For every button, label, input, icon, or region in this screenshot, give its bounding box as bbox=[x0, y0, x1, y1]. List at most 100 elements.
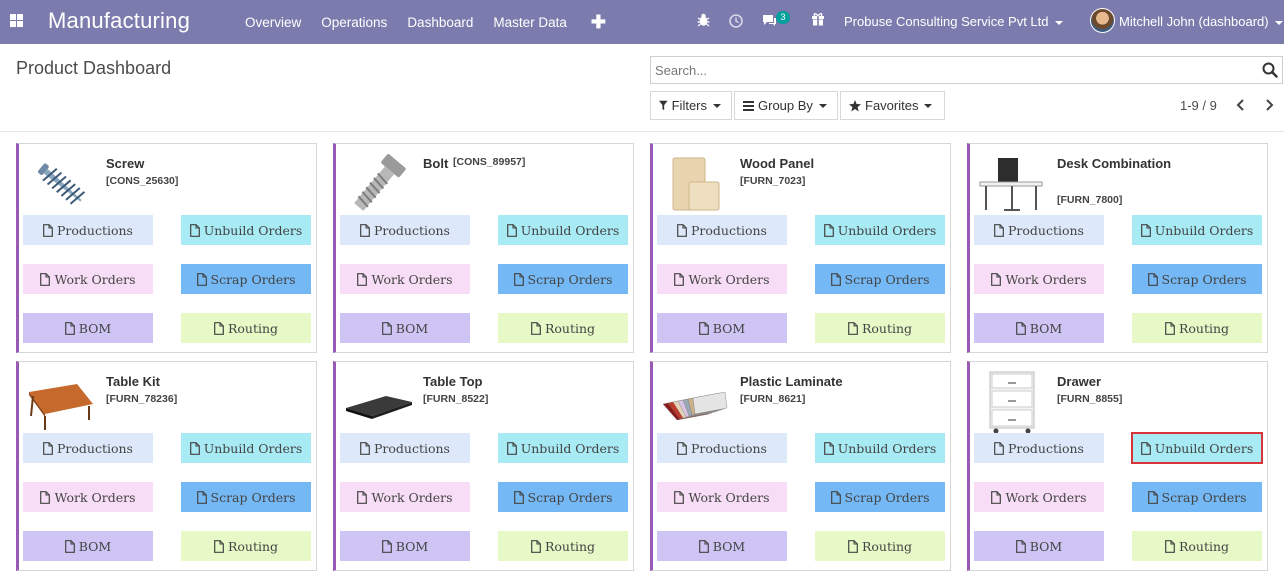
file-icon bbox=[360, 223, 370, 237]
search-input[interactable] bbox=[651, 57, 1282, 83]
apps-icon[interactable] bbox=[10, 14, 23, 27]
scrap-label: Scrap Orders bbox=[844, 489, 930, 505]
file-icon bbox=[381, 321, 392, 335]
company-switcher[interactable]: Probuse Consulting Service Pvt Ltd bbox=[844, 14, 1063, 29]
bom-button[interactable]: BOM bbox=[23, 531, 153, 561]
unbuild-button[interactable]: Unbuild Orders bbox=[498, 215, 628, 245]
unbuild-label: Unbuild Orders bbox=[837, 222, 937, 238]
menu-dashboard[interactable]: Dashboard bbox=[397, 15, 483, 30]
routing-button[interactable]: Routing bbox=[181, 313, 311, 343]
file-icon bbox=[196, 272, 207, 286]
work-button[interactable]: Work Orders bbox=[340, 264, 470, 294]
routing-label: Routing bbox=[544, 538, 596, 554]
productions-button[interactable]: Productions bbox=[974, 215, 1104, 245]
file-icon bbox=[991, 272, 1002, 286]
avatar[interactable] bbox=[1090, 8, 1115, 33]
chat-icon[interactable] bbox=[762, 14, 777, 27]
add-icon[interactable]: ✚ bbox=[577, 12, 620, 33]
screw-image bbox=[25, 152, 97, 216]
menu-operations[interactable]: Operations bbox=[311, 15, 397, 30]
routing-button[interactable]: Routing bbox=[815, 531, 945, 561]
messages-count-badge: 3 bbox=[776, 11, 790, 24]
bom-button[interactable]: BOM bbox=[657, 313, 787, 343]
work-button[interactable]: Work Orders bbox=[23, 482, 153, 512]
bom-label: BOM bbox=[395, 538, 429, 554]
scrap-label: Scrap Orders bbox=[210, 271, 296, 287]
routing-button[interactable]: Routing bbox=[498, 531, 628, 561]
unbuild-button[interactable]: Unbuild Orders bbox=[815, 215, 945, 245]
unbuild-button[interactable]: Unbuild Orders bbox=[1131, 432, 1263, 464]
routing-button[interactable]: Routing bbox=[1132, 313, 1262, 343]
bom-button[interactable]: BOM bbox=[340, 313, 470, 343]
scrap-button[interactable]: Scrap Orders bbox=[1132, 482, 1262, 512]
bug-icon[interactable] bbox=[697, 13, 710, 27]
unbuild-button[interactable]: Unbuild Orders bbox=[181, 433, 311, 463]
filters-button[interactable]: Filters bbox=[650, 91, 732, 120]
gift-icon[interactable] bbox=[811, 12, 825, 26]
routing-button[interactable]: Routing bbox=[498, 313, 628, 343]
file-icon bbox=[698, 539, 709, 553]
productions-button[interactable]: Productions bbox=[974, 433, 1104, 463]
filters-label: Filters bbox=[671, 98, 707, 113]
product-card[interactable]: Drawer [FURN_8855] Productions Unbuild Or… bbox=[967, 361, 1268, 571]
scrap-button[interactable]: Scrap Orders bbox=[181, 264, 311, 294]
bom-button[interactable]: BOM bbox=[340, 531, 470, 561]
bom-button[interactable]: BOM bbox=[974, 313, 1104, 343]
scrap-button[interactable]: Scrap Orders bbox=[181, 482, 311, 512]
product-card[interactable]: Bolt [CONS_89957] Productions Unbuild Ord… bbox=[333, 143, 634, 353]
list-icon bbox=[743, 100, 754, 111]
scrap-button[interactable]: Scrap Orders bbox=[498, 264, 628, 294]
product-card[interactable]: Table Kit [FURN_78236] Productions Unbuil… bbox=[16, 361, 317, 571]
work-button[interactable]: Work Orders bbox=[340, 482, 470, 512]
work-button[interactable]: Work Orders bbox=[657, 482, 787, 512]
file-icon bbox=[674, 490, 685, 504]
pager-value[interactable]: 1-9 / 9 bbox=[1180, 98, 1217, 113]
bom-button[interactable]: BOM bbox=[657, 531, 787, 561]
clock-icon[interactable] bbox=[729, 14, 743, 28]
scrap-button[interactable]: Scrap Orders bbox=[498, 482, 628, 512]
unbuild-button[interactable]: Unbuild Orders bbox=[815, 433, 945, 463]
pager-next-icon[interactable] bbox=[1262, 97, 1276, 113]
routing-label: Routing bbox=[1178, 538, 1230, 554]
productions-button[interactable]: Productions bbox=[657, 433, 787, 463]
productions-button[interactable]: Productions bbox=[23, 215, 153, 245]
app-brand[interactable]: Manufacturing bbox=[48, 8, 190, 34]
scrap-button[interactable]: Scrap Orders bbox=[815, 264, 945, 294]
file-icon bbox=[214, 321, 224, 335]
routing-button[interactable]: Routing bbox=[815, 313, 945, 343]
product-name: Screw bbox=[106, 156, 145, 171]
bom-button[interactable]: BOM bbox=[974, 531, 1104, 561]
file-icon bbox=[506, 223, 517, 237]
scrap-button[interactable]: Scrap Orders bbox=[815, 482, 945, 512]
user-menu[interactable]: Mitchell John (dashboard) bbox=[1119, 14, 1283, 29]
bom-button[interactable]: BOM bbox=[23, 313, 153, 343]
unbuild-button[interactable]: Unbuild Orders bbox=[498, 433, 628, 463]
productions-button[interactable]: Productions bbox=[23, 433, 153, 463]
routing-button[interactable]: Routing bbox=[181, 531, 311, 561]
bom-label: BOM bbox=[1029, 538, 1063, 554]
search-icon[interactable] bbox=[1262, 62, 1278, 78]
product-name: Wood Panel bbox=[740, 156, 815, 171]
favorites-button[interactable]: Favorites bbox=[840, 91, 945, 120]
unbuild-button[interactable]: Unbuild Orders bbox=[181, 215, 311, 245]
productions-button[interactable]: Productions bbox=[657, 215, 787, 245]
product-card[interactable]: Screw [CONS_25630] Productions Unbuild Or… bbox=[16, 143, 317, 353]
productions-button[interactable]: Productions bbox=[340, 433, 470, 463]
product-card[interactable]: Plastic Laminate [FURN_8621] Productions … bbox=[650, 361, 951, 571]
unbuild-label: Unbuild Orders bbox=[837, 440, 937, 456]
work-button[interactable]: Work Orders bbox=[657, 264, 787, 294]
group-by-button[interactable]: Group By bbox=[734, 91, 838, 120]
productions-button[interactable]: Productions bbox=[340, 215, 470, 245]
routing-button[interactable]: Routing bbox=[1132, 531, 1262, 561]
unbuild-button[interactable]: Unbuild Orders bbox=[1132, 215, 1262, 245]
work-button[interactable]: Work Orders bbox=[974, 264, 1104, 294]
work-button[interactable]: Work Orders bbox=[974, 482, 1104, 512]
product-card[interactable]: Table Top [FURN_8522] Productions Unbuild… bbox=[333, 361, 634, 571]
pager-previous-icon[interactable] bbox=[1234, 97, 1248, 113]
product-card[interactable]: Wood Panel [FURN_7023] Productions Unbuil… bbox=[650, 143, 951, 353]
menu-overview[interactable]: Overview bbox=[235, 15, 311, 30]
scrap-button[interactable]: Scrap Orders bbox=[1132, 264, 1262, 294]
product-card[interactable]: Desk Combination [FURN_7800] Productions … bbox=[967, 143, 1268, 353]
work-button[interactable]: Work Orders bbox=[23, 264, 153, 294]
menu-master-data[interactable]: Master Data bbox=[483, 15, 577, 30]
